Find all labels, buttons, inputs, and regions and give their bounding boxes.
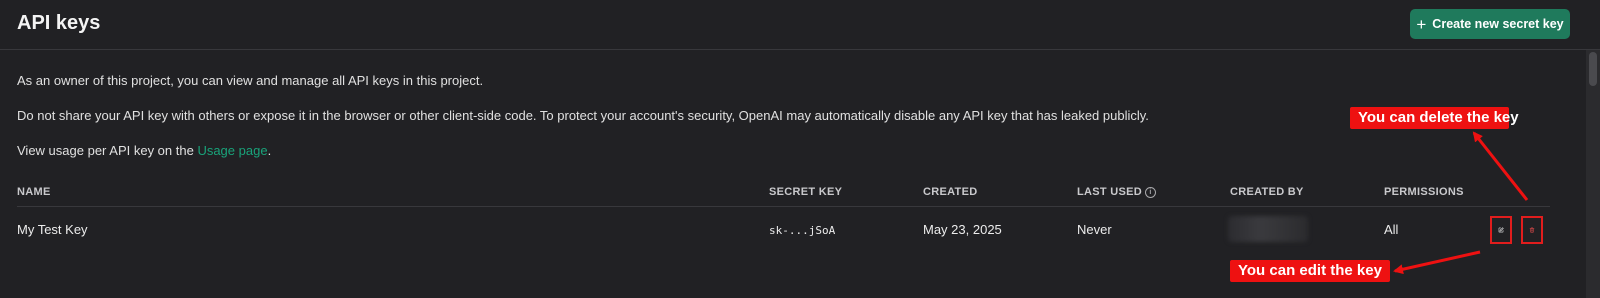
key-name-cell: My Test Key (17, 222, 88, 237)
column-header-created-by: CREATED BY (1230, 186, 1304, 198)
delete-callout-arrow (1472, 131, 1529, 201)
edit-key-callout: You can edit the key (1230, 260, 1390, 282)
trash-icon (1529, 227, 1535, 233)
column-header-secret-key: SECRET KEY (769, 186, 843, 198)
edit-callout-arrow (1393, 250, 1481, 275)
create-new-secret-key-button[interactable]: + Create new secret key (1410, 9, 1570, 39)
edit-key-button[interactable] (1490, 216, 1512, 244)
owner-info-text: As an owner of this project, you can vie… (17, 73, 484, 88)
delete-key-button[interactable] (1521, 216, 1543, 244)
secret-key-cell: sk-...jSoA (769, 224, 836, 237)
created-date-cell: May 23, 2025 (923, 222, 1002, 237)
plus-icon: + (1416, 14, 1427, 34)
usage-page-link[interactable]: Usage page (197, 143, 267, 158)
scrollbar-track[interactable] (1586, 50, 1600, 298)
scrollbar-thumb[interactable] (1589, 52, 1597, 86)
page-header: API keys + Create new secret key (0, 0, 1600, 50)
column-header-last-used: LAST USED i (1077, 186, 1157, 198)
create-button-label: Create new secret key (1432, 17, 1564, 31)
usage-info-suffix: . (267, 143, 272, 158)
column-header-permissions: PERMISSIONS (1384, 186, 1464, 198)
usage-info-prefix: View usage per API key on the (17, 143, 198, 158)
last-used-cell: Never (1077, 222, 1112, 237)
column-header-created: CREATED (923, 186, 978, 198)
edit-icon (1498, 227, 1504, 233)
info-icon[interactable]: i (1145, 187, 1157, 198)
security-warning-text: Do not share your API key with others or… (17, 108, 1149, 123)
created-by-redacted (1228, 216, 1308, 242)
delete-key-callout: You can delete the key (1350, 107, 1519, 129)
table-header-divider (17, 206, 1550, 207)
column-header-name: NAME (17, 186, 51, 198)
page-title: API keys (17, 12, 101, 34)
column-header-last-used-label: LAST USED (1077, 186, 1143, 198)
permissions-cell: All (1384, 222, 1399, 237)
usage-info-text: View usage per API key on the Usage page… (17, 143, 271, 158)
